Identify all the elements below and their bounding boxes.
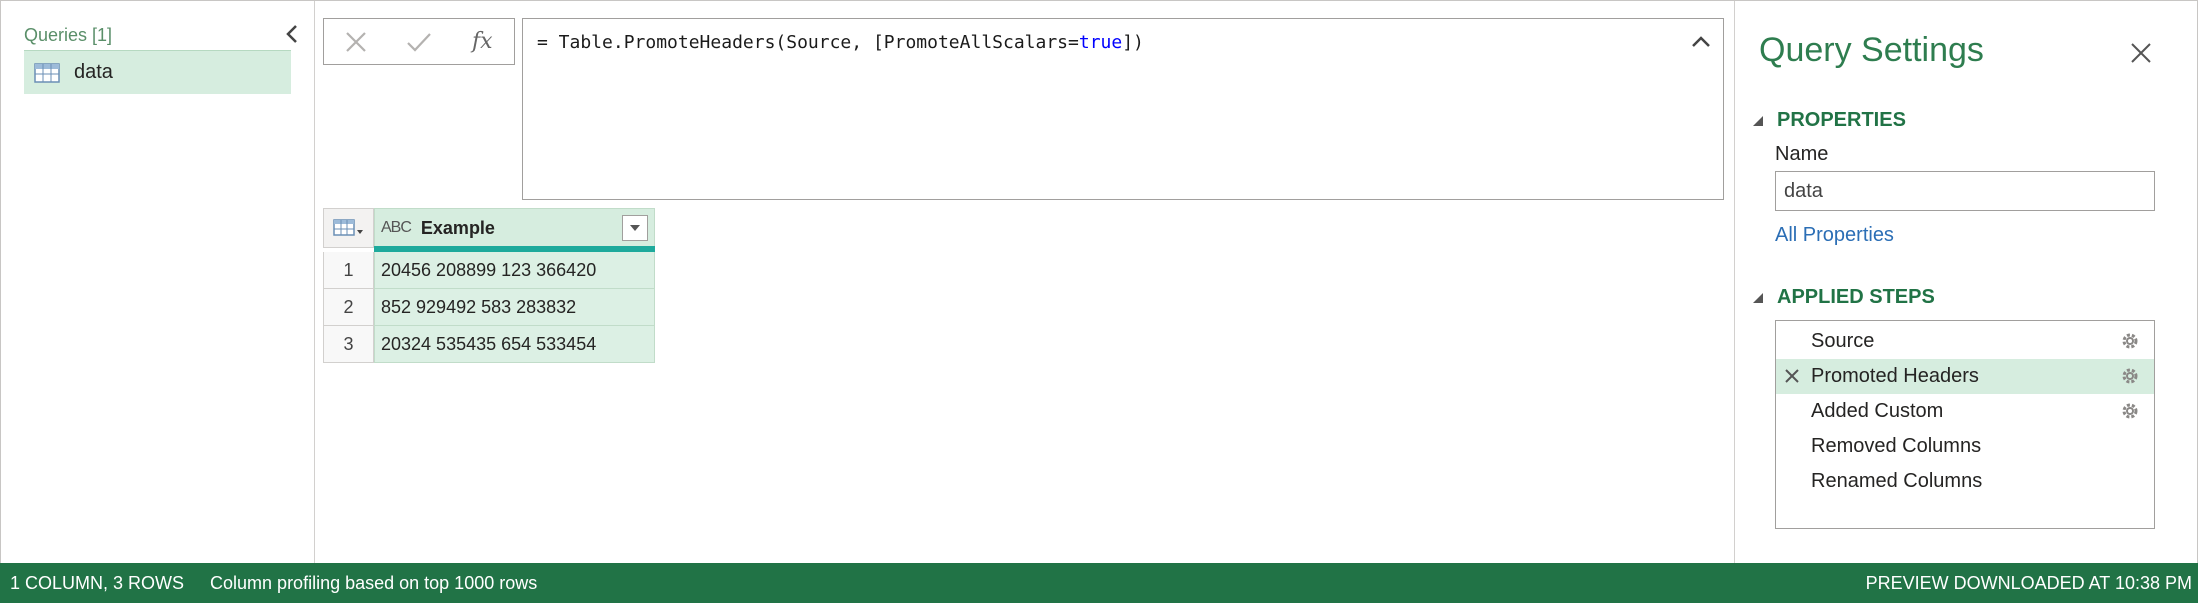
- row-column-count: 1 COLUMN, 3 ROWS: [10, 572, 185, 593]
- status-bar: 1 COLUMN, 3 ROWS Column profiling based …: [0, 563, 2198, 603]
- formula-prefix: = Table.PromoteHeaders(Source, [PromoteA…: [537, 32, 1079, 53]
- formula-text: = Table.PromoteHeaders(Source, [PromoteA…: [537, 32, 1144, 53]
- name-label: Name: [1775, 143, 1829, 165]
- dropdown-arrow-icon: [630, 225, 640, 231]
- settings-title: Query Settings: [1759, 31, 1984, 69]
- preview-download-time: PREVIEW DOWNLOADED AT 10:38 PM: [1865, 573, 2192, 593]
- table-cell[interactable]: 20324 535435 654 533454: [374, 326, 655, 363]
- step-promoted-headers[interactable]: Promoted Headers: [1776, 359, 2154, 394]
- column-header-label: Example: [420, 217, 495, 238]
- step-label: Renamed Columns: [1811, 470, 1983, 492]
- commit-formula-button[interactable]: [387, 19, 450, 64]
- step-label: Added Custom: [1811, 400, 1944, 422]
- properties-section-header[interactable]: PROPERTIES: [1753, 109, 1906, 132]
- queries-pane: Queries [1] data: [1, 1, 315, 563]
- table-cell[interactable]: 852 929492 583 283832: [374, 289, 655, 326]
- step-renamed-columns[interactable]: Renamed Columns: [1776, 464, 2154, 499]
- table-menu-icon: [332, 219, 363, 236]
- column-profiling-status[interactable]: Column profiling based on top 1000 rows: [210, 573, 537, 594]
- close-icon: [345, 31, 366, 52]
- applied-steps-list: Source Promoted Headers Added Custom Rem…: [1775, 320, 2155, 529]
- row-number[interactable]: 3: [323, 326, 374, 363]
- text-type-icon[interactable]: ABC: [381, 219, 412, 237]
- formula-keyword: true: [1078, 32, 1123, 53]
- formula-suffix: ]): [1122, 32, 1144, 53]
- column-header-example[interactable]: ABC Example: [374, 208, 655, 248]
- step-label: Promoted Headers: [1811, 365, 1979, 387]
- table-menu-button[interactable]: [323, 208, 374, 248]
- close-settings-button[interactable]: [2125, 37, 2157, 69]
- step-label: Source: [1811, 330, 1875, 352]
- delete-step-icon[interactable]: [1782, 366, 1802, 386]
- formula-buttons: fx: [323, 18, 515, 65]
- table-row: 3 20324 535435 654 533454: [323, 326, 655, 363]
- step-added-custom[interactable]: Added Custom: [1776, 394, 2154, 429]
- fx-icon: fx: [472, 29, 493, 54]
- queries-header: Queries [1]: [24, 25, 113, 45]
- row-number[interactable]: 1: [323, 252, 374, 289]
- properties-header-label: PROPERTIES: [1777, 109, 1906, 131]
- step-label: Removed Columns: [1811, 435, 1982, 457]
- table-row: 2 852 929492 583 283832: [323, 289, 655, 326]
- table-icon: [34, 62, 60, 83]
- chevron-up-icon: [1692, 36, 1710, 47]
- gear-icon[interactable]: [2120, 401, 2140, 421]
- insert-function-button[interactable]: fx: [451, 19, 514, 64]
- query-item-data[interactable]: data: [24, 51, 291, 94]
- close-icon: [2131, 43, 2151, 63]
- step-source[interactable]: Source: [1776, 324, 2154, 359]
- collapse-formula-button[interactable]: [1687, 29, 1715, 55]
- row-number[interactable]: 2: [323, 289, 374, 326]
- cancel-formula-button[interactable]: [324, 19, 387, 64]
- query-item-label: data: [74, 61, 113, 83]
- formula-editor[interactable]: = Table.PromoteHeaders(Source, [PromoteA…: [522, 18, 1724, 200]
- column-filter-button[interactable]: [622, 215, 648, 241]
- all-properties-link[interactable]: All Properties: [1775, 224, 1894, 247]
- applied-steps-section-header[interactable]: APPLIED STEPS: [1753, 286, 1935, 309]
- query-settings-pane: Query Settings PROPERTIES Name All Prope…: [1734, 1, 2197, 563]
- step-removed-columns[interactable]: Removed Columns: [1776, 429, 2154, 464]
- table-cell[interactable]: 20456 208899 123 366420: [374, 252, 655, 289]
- collapse-triangle-icon: [1753, 115, 1763, 126]
- query-name-input[interactable]: [1775, 171, 2155, 211]
- collapse-pane-button[interactable]: [279, 19, 305, 49]
- gear-icon[interactable]: [2120, 366, 2140, 386]
- applied-steps-header-label: APPLIED STEPS: [1777, 286, 1935, 308]
- table-row: 1 20456 208899 123 366420: [323, 252, 655, 289]
- chevron-left-icon: [286, 25, 297, 43]
- gear-icon[interactable]: [2120, 331, 2140, 351]
- collapse-triangle-icon: [1753, 292, 1763, 303]
- checkmark-icon: [407, 32, 431, 52]
